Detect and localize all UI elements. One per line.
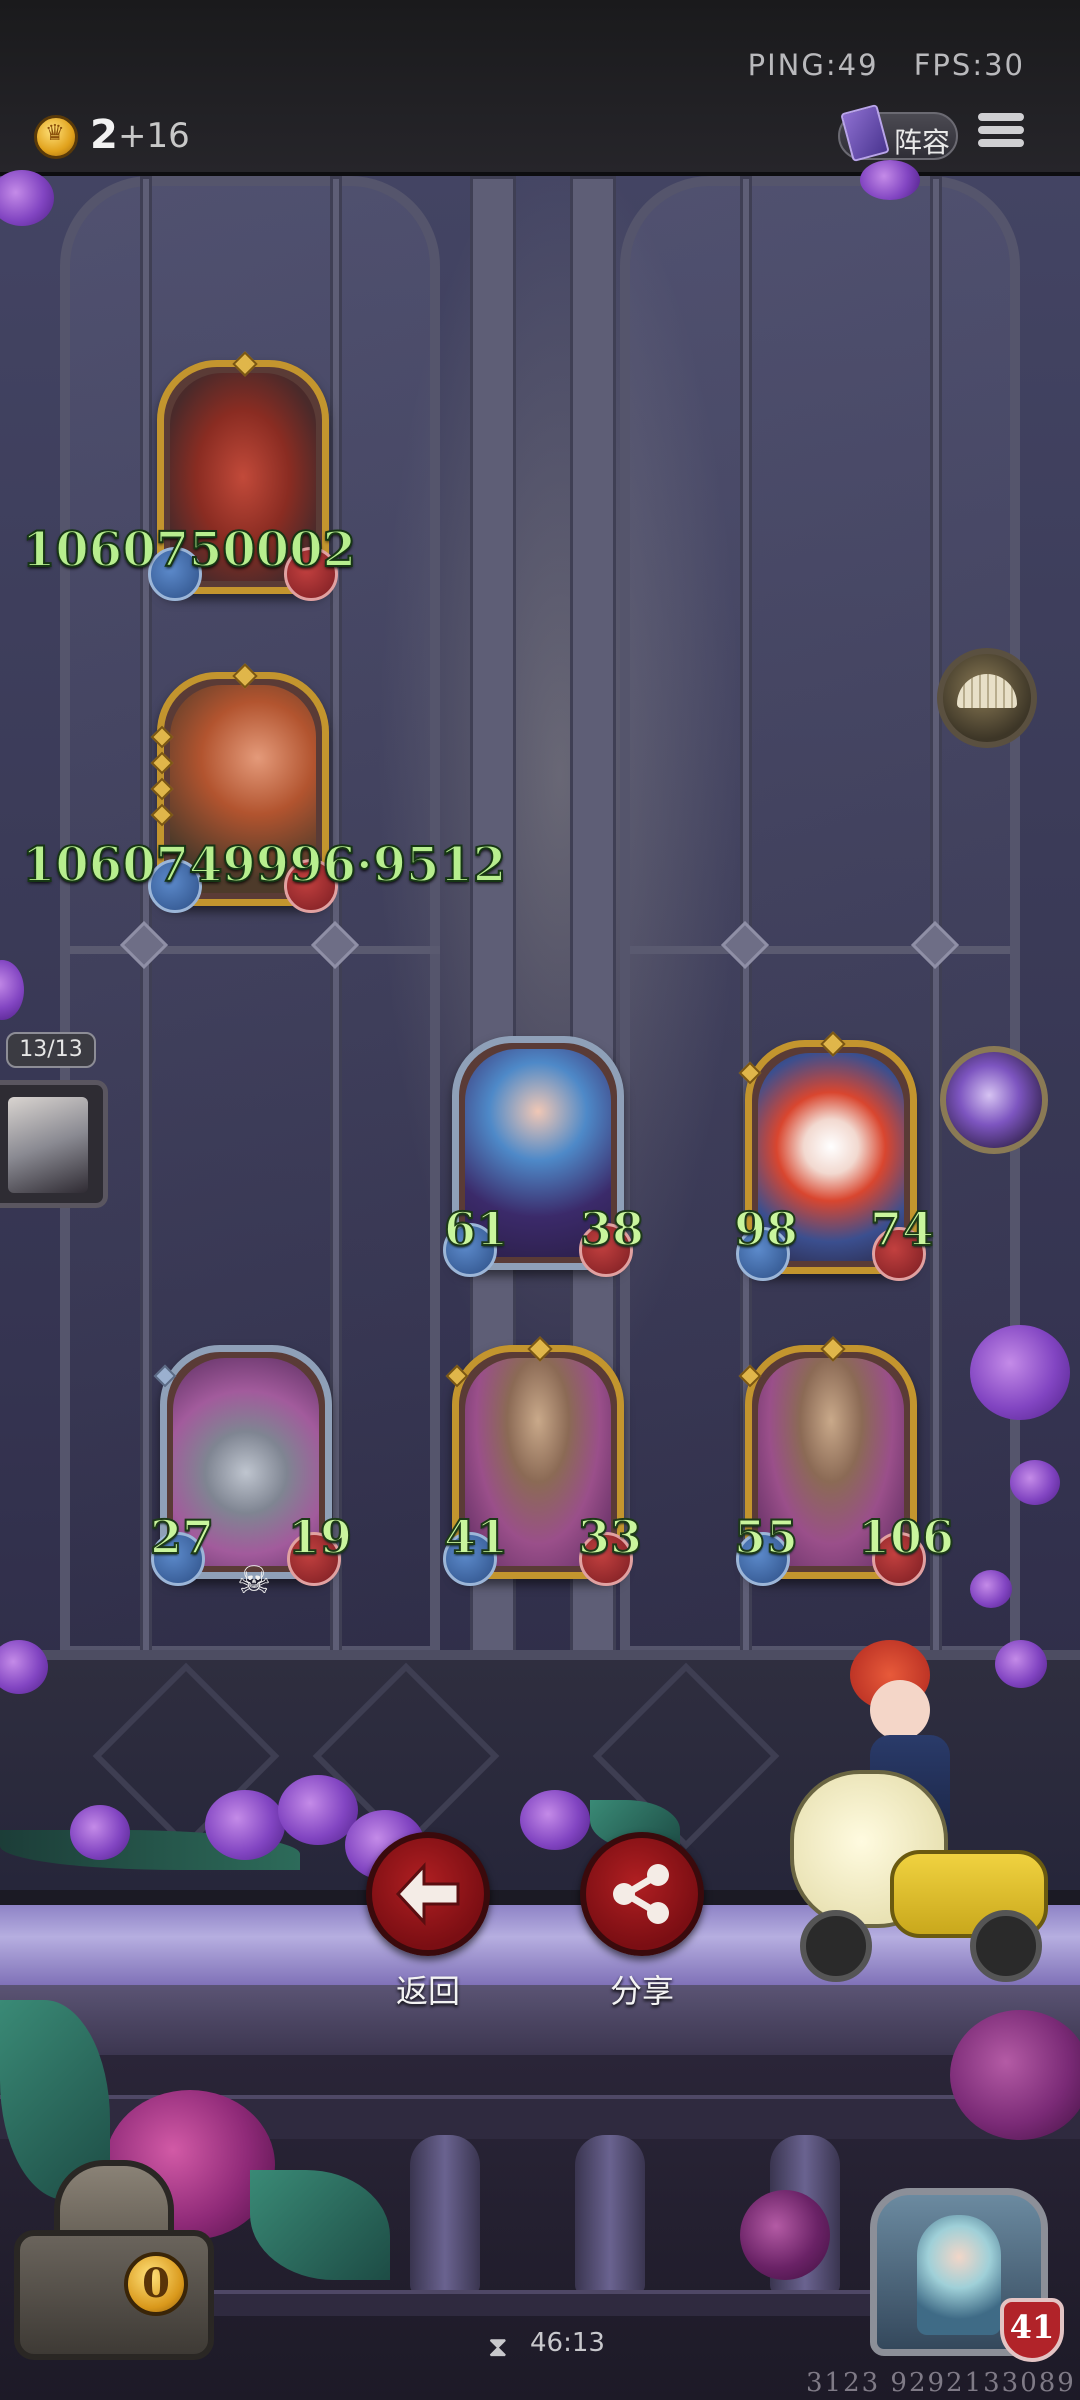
chest-coin-count: 0 [124,2252,188,2316]
coin-income: +16 [118,116,190,156]
rose-decoration [970,1325,1070,1420]
share-icon [613,1864,669,1924]
health-value: 106 [857,1509,955,1565]
hero-face [917,2215,1001,2335]
fps-readout: FPS:30 [913,48,1025,82]
attack-value: 98 [733,1201,799,1257]
ping-readout: PING:49 [747,48,879,82]
rose-decoration [520,1790,590,1850]
network-stats: PING:49 FPS:30 [724,48,1025,82]
lineup-button[interactable]: 阵容 [838,103,958,163]
opponent-avatar[interactable] [0,1080,108,1208]
window-mullion [140,176,152,1656]
rose-decoration [860,160,920,200]
rose-decoration [70,1805,130,1860]
attack-value: 55 [733,1509,799,1565]
rose-decoration [1010,1460,1060,1505]
rose-decoration [970,1570,1012,1608]
share-button[interactable] [580,1832,704,1956]
attack-value: 41 [443,1509,509,1565]
hero-health-badge: 41 [1000,2298,1068,2362]
treasure-chest-button[interactable]: 0 [14,2160,214,2360]
character-face [870,1680,930,1740]
back-button[interactable] [366,1832,490,1956]
health-value: 38 [579,1201,645,1257]
center-pillar [470,176,516,1876]
back-label[interactable]: 返回 [358,1966,498,2012]
card-stack-icon [840,103,890,163]
opponent-portrait [8,1097,88,1193]
hud-rail [195,2290,905,2316]
health-value: 74 [869,1201,935,1257]
window-mullion [930,176,942,1656]
coin-icon [34,115,78,159]
center-pillar [570,176,616,1876]
skull-icon: ☠ [237,1558,272,1602]
rose-decoration [205,1790,285,1860]
hero-health-value: 41 [1009,2308,1055,2346]
lineup-label: 阵容 [894,126,951,159]
scooter-wheel [970,1910,1042,1982]
fan-trinket-icon[interactable] [937,648,1037,748]
scooter-character [790,1640,1048,1982]
enemy-counter-badge: 13/13 [6,1032,96,1068]
hamburger-menu-icon[interactable] [975,108,1027,160]
arrow-left-icon [395,1862,460,1926]
ledge-trim [0,1985,1080,2055]
hourglass-icon: ⧗ [488,2330,508,2363]
attack-value: 61 [443,1201,509,1257]
baluster [410,2135,480,2295]
health-value: 33 [577,1509,643,1565]
baluster [575,2135,645,2295]
fan-icon [957,674,1017,708]
pocket-watch-icon[interactable] [940,1046,1048,1154]
rose-decoration [950,2010,1080,2140]
unit-damage-readout: 1060749996·9512 [21,836,507,894]
player-id: 3123 9292133089 [806,2368,1076,2398]
top-bar: PING:49 FPS:30 2 +16 阵容 [0,0,1080,176]
health-value: 19 [287,1509,353,1565]
unit-damage-readout: 1060750002 [21,521,357,579]
coin-count: 2 [90,112,118,158]
share-label[interactable]: 分享 [572,1966,712,2012]
attack-value: 27 [149,1509,215,1565]
rose-decoration [740,2190,830,2280]
match-timer: 46:13 [530,2328,605,2358]
scooter-wheel [800,1910,872,1982]
